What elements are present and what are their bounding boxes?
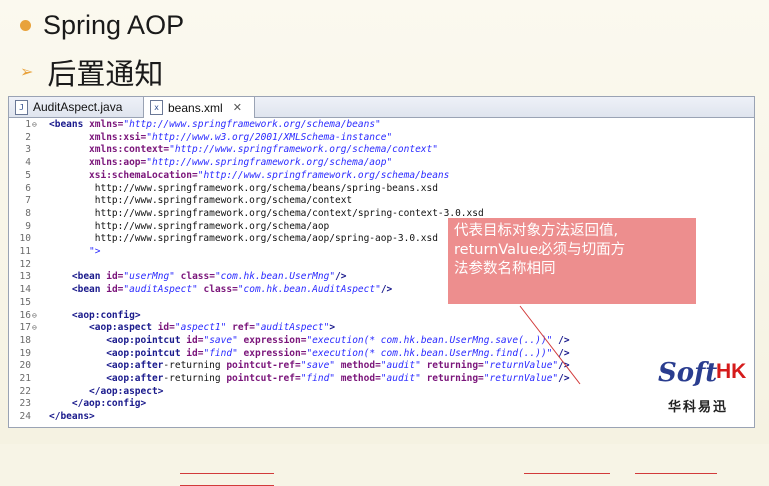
underline-returning-value-1 [635,473,717,474]
callout-line: 法参数名称相同 [454,261,556,277]
logo-hk-text: HK [716,360,747,383]
underline-returning-1 [524,473,610,474]
softhk-logo: Soft HK 华科易迅 [658,356,758,418]
underline-after-returning-1 [180,473,274,474]
callout-line: 代表目标对象方法返回值, [454,223,619,239]
logo-soft-text: Soft [658,358,718,388]
logo-cn-text: 华科易迅 [668,400,729,415]
callout-line: returnValue必须与切面方 [454,242,626,258]
annotation-callout: 代表目标对象方法返回值, returnValue必须与切面方 法参数名称相同 [448,218,696,304]
